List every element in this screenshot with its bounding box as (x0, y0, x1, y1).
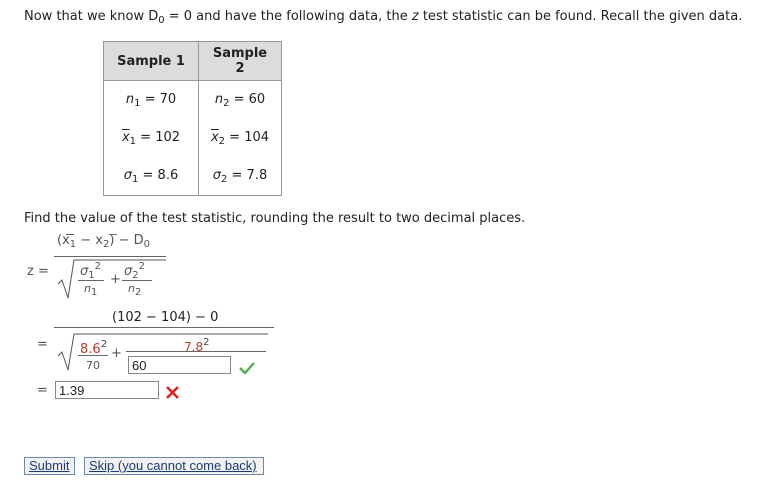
step2-numerator: (102 − 104) − 0 (112, 310, 219, 325)
n2-label: n2 (128, 282, 142, 298)
xbar2-overline (109, 234, 117, 235)
step2-fraction-bar (54, 327, 274, 328)
n1-label: n1 (84, 282, 98, 298)
xbar1-overline (66, 234, 74, 235)
step2-n1-value: 70 (86, 359, 100, 372)
result-equals: = (37, 383, 48, 398)
x-mark-icon (166, 386, 179, 399)
sigma1-sq: σ12 (80, 261, 101, 281)
step2-right-frac-bar (126, 351, 266, 352)
cell-sigma1: σ1 = 8.6 (103, 157, 199, 196)
sigma2-sq: σ22 (124, 261, 145, 281)
cell-xbar2: x2 = 104 (198, 119, 282, 157)
step2-equals: = (37, 337, 48, 352)
cell-n2: n2 = 60 (198, 80, 282, 119)
skip-button[interactable]: Skip (you cannot come back) (84, 457, 264, 475)
sigma1-frac-bar (78, 280, 104, 281)
formula-fraction-bar (54, 256, 166, 257)
plus-sign-1: + (110, 272, 121, 287)
submit-button[interactable]: Submit (24, 457, 75, 475)
header-sample-1: Sample 1 (103, 41, 199, 81)
answer-input[interactable]: 1.39 (55, 381, 159, 399)
check-icon (239, 362, 255, 375)
step2-left-frac-bar (78, 355, 108, 356)
data-table: Sample 1 Sample 2 n1 = 70 n2 = 60 x1 = 1… (103, 41, 282, 196)
instruction-text: Find the value of the test statistic, ro… (24, 211, 526, 226)
cell-n1: n1 = 70 (103, 80, 199, 119)
z-label: z = (27, 264, 49, 279)
sigma2-frac-bar (122, 280, 152, 281)
step2-plus-sign: + (111, 346, 122, 361)
cell-xbar1: x1 = 102 (103, 119, 199, 157)
cell-sigma2: σ2 = 7.8 (198, 157, 282, 196)
n2-input[interactable]: 60 (128, 356, 231, 374)
header-sample-2: Sample 2 (198, 41, 282, 81)
formula-numerator: (x1 − x2) − D0 (57, 233, 150, 250)
intro-text: Now that we know D0 = 0 and have the fol… (24, 9, 743, 26)
